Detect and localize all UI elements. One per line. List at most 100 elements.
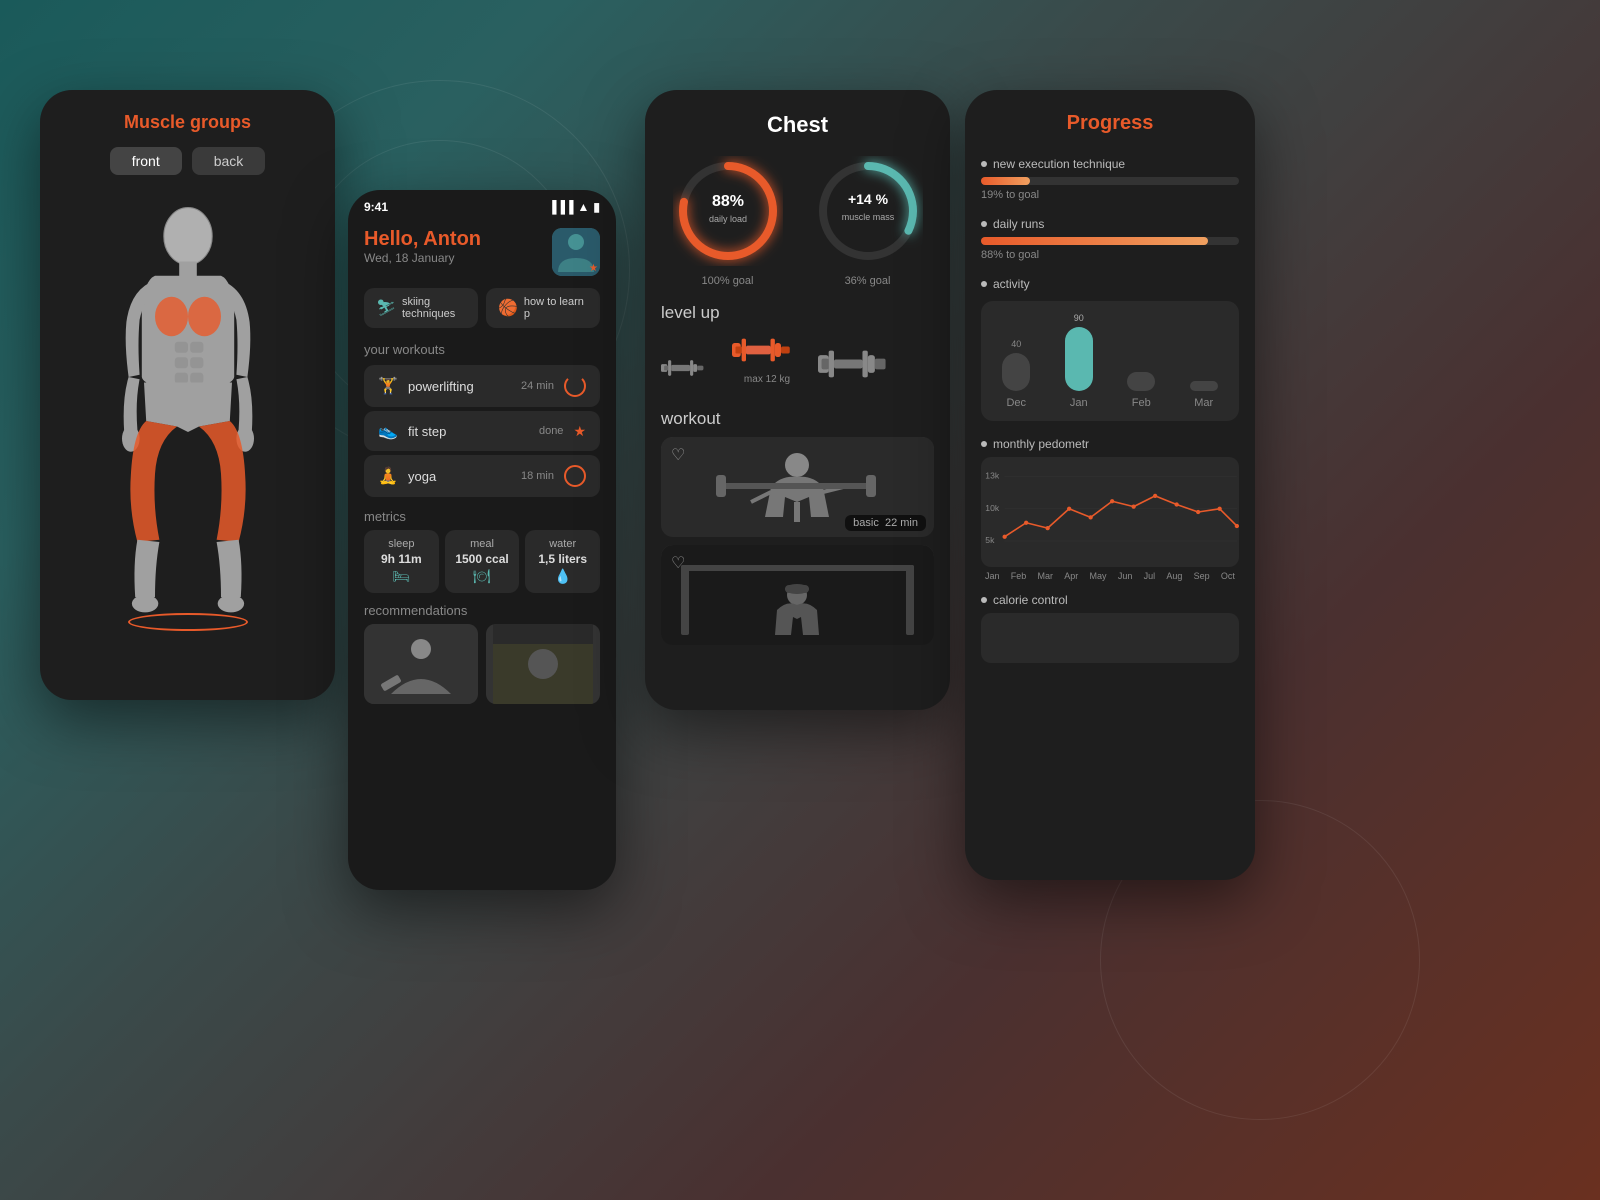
shadow-ellipse [128, 613, 248, 631]
recommend-thumb-2[interactable] [486, 624, 600, 704]
workout-app-card: 9:41 ▐▐▐ ▲ ▮ Hello, Anton Wed, 18 Januar… [348, 190, 616, 890]
water-icon: 💧 [535, 568, 590, 585]
workout-video-2[interactable]: ♡ [661, 545, 934, 645]
metric-meal: meal 1500 ccal 🍽 [445, 530, 520, 593]
front-button[interactable]: front [110, 147, 182, 175]
activity-bars: 40 Dec 90 Jan Feb Mar [981, 301, 1239, 421]
bar-rect-mar [1190, 381, 1218, 391]
recommendations-label: recommendations [364, 603, 600, 618]
recommendations-section: recommendations [348, 597, 616, 710]
calorie-label: calorie control [981, 593, 1239, 607]
progress-item-2: daily runs 88% to goal [965, 211, 1255, 271]
progress-bar-bg-2 [981, 237, 1239, 245]
heart-icon-2[interactable]: ♡ [671, 553, 685, 573]
muscle-mass-ring: +14 % muscle mass 36% goal [813, 156, 923, 287]
bar-pct-dec: 40 [1011, 339, 1021, 349]
sleep-value: 9h 11m [374, 552, 429, 566]
bar-feb: Feb [1118, 313, 1165, 409]
x-aug: Aug [1166, 571, 1182, 581]
profile-thumbnail[interactable] [552, 228, 600, 276]
sleep-icon: 🛏 [374, 568, 429, 585]
calorie-section: calorie control [965, 587, 1255, 669]
workout-name-yoga: yoga [408, 469, 511, 484]
progress-label-2: daily runs [981, 217, 1239, 231]
weight-large [818, 348, 898, 385]
chest-title: Chest [645, 90, 950, 156]
bar-rect-feb [1127, 372, 1155, 391]
x-mar: Mar [1038, 571, 1054, 581]
workout-label: workout [661, 409, 934, 429]
activity-row: ⛷ skiing techniques 🏀 how to learn p [348, 282, 616, 334]
bar-month-feb: Feb [1132, 397, 1151, 409]
back-button[interactable]: back [192, 147, 266, 175]
progress-card: Progress new execution technique 19% to … [965, 90, 1255, 880]
status-icons: ▐▐▐ ▲ ▮ [548, 200, 600, 214]
metrics-grid: sleep 9h 11m 🛏 meal 1500 ccal 🍽 water 1,… [364, 530, 600, 593]
x-jan: Jan [985, 571, 1000, 581]
workout-meta-yoga: 18 min [521, 470, 554, 482]
hello-text: Hello, Anton Wed, 18 January [364, 228, 481, 265]
muscle-groups-title: Muscle groups [40, 90, 335, 147]
activity-chip-basketball[interactable]: 🏀 how to learn p [486, 288, 600, 328]
chest-card: Chest 88% daily load 100% goal +14 % mus… [645, 90, 950, 710]
metrics-label: metrics [364, 509, 600, 524]
body-figure [40, 191, 335, 651]
time: 9:41 [364, 200, 388, 214]
metrics-section: metrics sleep 9h 11m 🛏 meal 1500 ccal 🍽 … [348, 501, 616, 597]
weights-row: max 12 kg [661, 335, 934, 393]
metric-sleep: sleep 9h 11m 🛏 [364, 530, 439, 593]
progress-title: Progress [965, 90, 1255, 151]
progress-bar-fill-1 [981, 177, 1030, 185]
max-weight-label: max 12 kg [732, 374, 802, 385]
meal-icon: 🍽 [455, 568, 510, 585]
x-jun: Jun [1118, 571, 1133, 581]
bar-month-dec: Dec [1006, 397, 1026, 409]
weight-small [661, 356, 716, 385]
date: Wed, 18 January [364, 251, 481, 265]
calorie-bar [981, 613, 1239, 663]
done-star: ★ [573, 423, 586, 440]
activity-chip-skiing[interactable]: ⛷ skiing techniques [364, 288, 478, 328]
recommend-thumb-1[interactable] [364, 624, 478, 704]
sleep-label: sleep [374, 538, 429, 550]
workout-name-fitstep: fit step [408, 424, 529, 439]
chart-area: 13k 10k 5k [981, 457, 1239, 567]
workout-item-yoga[interactable]: 🧘 yoga 18 min [364, 455, 600, 497]
recommendations-grid [364, 624, 600, 704]
activity-dot [981, 281, 987, 287]
workouts-label: your workouts [348, 334, 616, 361]
bar-pct-jan: 90 [1074, 313, 1084, 323]
body-svg [88, 201, 288, 641]
workout-item-powerlifting[interactable]: 🏋 powerlifting 24 min [364, 365, 600, 407]
water-value: 1,5 liters [535, 552, 590, 566]
svg-text:daily load: daily load [708, 214, 746, 224]
heart-icon-1[interactable]: ♡ [671, 445, 685, 465]
meal-value: 1500 ccal [455, 552, 510, 566]
bar-month-mar: Mar [1194, 397, 1213, 409]
skiing-label: skiing techniques [402, 296, 466, 320]
meal-label: meal [455, 538, 510, 550]
video-badge-1: basic 22 min [845, 515, 926, 531]
level-section: level up [645, 287, 950, 401]
hello-section: Hello, Anton Wed, 18 January [348, 218, 616, 282]
status-bar: 9:41 ▐▐▐ ▲ ▮ [348, 190, 616, 218]
progress-bar-fill-2 [981, 237, 1208, 245]
progress-bar-bg-1 [981, 177, 1239, 185]
bar-mar: Mar [1181, 313, 1228, 409]
workout-meta-fitstep: done [539, 425, 563, 437]
x-may: May [1090, 571, 1107, 581]
dot-2 [981, 221, 987, 227]
daily-load-ring: 88% daily load 100% goal [673, 156, 783, 287]
progress-pct-1: 19% to goal [981, 189, 1239, 201]
pedometer-section: monthly pedometr 13k 10k 5k [965, 431, 1255, 587]
workout-video-1[interactable]: ♡ basic 22 min [661, 437, 934, 537]
x-oct: Oct [1221, 571, 1235, 581]
level-up-label: level up [661, 303, 934, 323]
svg-text:5k: 5k [985, 535, 995, 545]
chart-x-labels: Jan Feb Mar Apr May Jun Jul Aug Sep Oct [981, 571, 1239, 581]
workout-progress-yoga [564, 465, 586, 487]
svg-text:muscle mass: muscle mass [841, 212, 894, 222]
workout-item-fitstep[interactable]: 👟 fit step done ★ [364, 411, 600, 451]
workout-name-powerlifting: powerlifting [408, 379, 511, 394]
workout-progress-powerlifting [564, 375, 586, 397]
